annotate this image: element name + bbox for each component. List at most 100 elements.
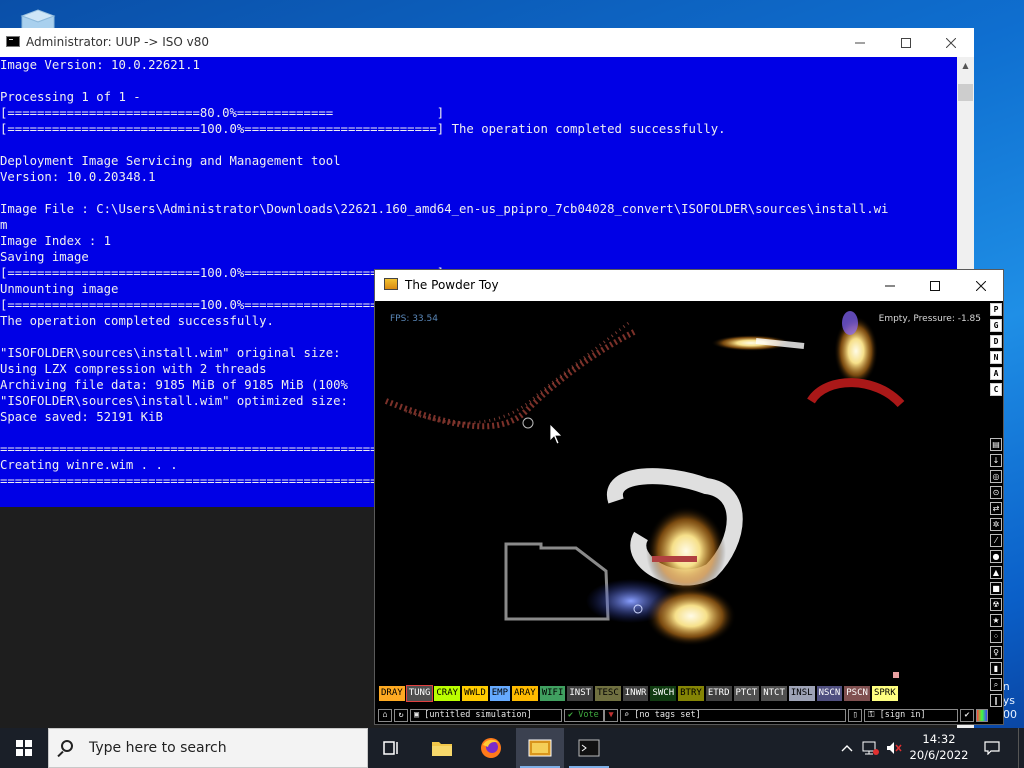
scroll-thumb[interactable]: [958, 84, 973, 101]
new-simulation-icon[interactable]: ▯: [848, 709, 862, 722]
task-view-button[interactable]: [368, 728, 416, 768]
powder-toy-taskbar-button[interactable]: [516, 728, 564, 768]
electronics-category-icon[interactable]: ▤: [990, 438, 1002, 451]
firefox-button[interactable]: [467, 728, 515, 768]
element-button-aray[interactable]: ARAY: [512, 686, 538, 701]
force-category-icon[interactable]: ⊙: [990, 486, 1002, 499]
close-icon: [946, 37, 956, 48]
maximize-icon: [930, 280, 940, 291]
taskbar-clock[interactable]: 14:32 20/6/2022: [905, 731, 973, 763]
ambient-heat-toggle-button[interactable]: A: [990, 367, 1002, 380]
pause-icon[interactable]: ∥: [990, 694, 1002, 707]
powder-toy-window[interactable]: The Powder Toy FPS: 33.54 Empty, Pressur…: [374, 269, 1004, 725]
console-toggle-button[interactable]: C: [990, 383, 1002, 396]
clock-date: 20/6/2022: [909, 748, 969, 762]
speaker-muted-icon: [887, 742, 902, 754]
element-button-btry[interactable]: BTRY: [678, 686, 704, 701]
element-button-inwr[interactable]: INWR: [622, 686, 649, 701]
cmd-icon: [6, 36, 20, 47]
newtonian-toggle-button[interactable]: N: [990, 351, 1002, 364]
element-button-cray[interactable]: CRAY: [434, 686, 461, 701]
element-button-dray[interactable]: DRAY: [379, 686, 405, 701]
element-button-wifi[interactable]: WIFI: [539, 686, 566, 701]
explosives-category-icon[interactable]: ⇄: [990, 502, 1002, 515]
element-button-insl[interactable]: INSL: [788, 686, 815, 701]
element-button-ptct[interactable]: PTCT: [733, 686, 760, 701]
gases-category-icon[interactable]: ✲: [990, 518, 1002, 531]
powered-category-icon[interactable]: ↓: [990, 454, 1002, 467]
element-button-wwld[interactable]: WWLD: [462, 686, 488, 701]
save-name-field[interactable]: ▣ [untitled simulation]: [410, 709, 562, 722]
element-button-inst[interactable]: INST: [567, 686, 594, 701]
console-line: m: [0, 218, 8, 232]
show-desktop-button[interactable]: [1018, 728, 1024, 768]
gravity-toggle-button[interactable]: G: [990, 319, 1002, 332]
tools-category-icon[interactable]: ⁘: [990, 630, 1002, 643]
task-view-icon: [383, 741, 398, 755]
element-toolbar: DRAY TUNG CRAY WWLD EMP ARAY WIFI INST TESC INWR S…: [379, 685, 898, 702]
windows-logo-icon: [16, 740, 32, 756]
taskbar: Type here to search 14:32 20/6/2022: [0, 728, 1024, 768]
volume-tray-button[interactable]: [884, 728, 904, 768]
open-icon[interactable]: ⌂: [378, 709, 392, 722]
minimize-button[interactable]: [837, 28, 883, 57]
scroll-up-arrow-icon[interactable]: ▲: [957, 57, 974, 74]
reload-icon[interactable]: ↻: [394, 709, 408, 722]
minimize-icon: [855, 42, 865, 43]
element-button-sprk[interactable]: SPRK: [871, 686, 898, 701]
special-category-icon[interactable]: ☢: [990, 598, 1002, 611]
life-category-icon[interactable]: ★: [990, 614, 1002, 627]
element-button-swch[interactable]: SWCH: [650, 686, 677, 701]
radioactive-category-icon[interactable]: ■: [990, 582, 1002, 595]
bottom-toolbar: ⌂ ↻ ▣ [untitled simulation] ✔ Vote ▼ ⌕ […: [376, 708, 988, 724]
decoration-category-icon[interactable]: ▮: [990, 662, 1002, 675]
element-button-tung[interactable]: TUNG: [405, 685, 434, 702]
taskbar-search-box[interactable]: Type here to search: [48, 728, 368, 768]
element-button-ntct[interactable]: NTCT: [761, 686, 787, 701]
console-line: Version: 10.0.20348.1: [0, 170, 156, 184]
render-options-icon[interactable]: [976, 709, 988, 722]
close-button[interactable]: [928, 28, 974, 57]
element-button-tesc[interactable]: TESC: [595, 686, 621, 701]
element-button-pscn[interactable]: PSCN: [844, 686, 870, 701]
minimize-button[interactable]: [867, 270, 913, 301]
search-icon[interactable]: ⌕: [990, 678, 1002, 691]
element-button-etrd[interactable]: ETRD: [705, 686, 732, 701]
decoration-toggle-button[interactable]: D: [990, 335, 1002, 348]
file-explorer-button[interactable]: [418, 728, 466, 768]
element-button-emp[interactable]: EMP: [489, 686, 511, 701]
notifications-button[interactable]: [978, 728, 1006, 768]
simulation-canvas[interactable]: FPS: 33.54 Empty, Pressure: -1.85: [376, 301, 987, 684]
maximize-button[interactable]: [912, 270, 958, 301]
console-title-bar[interactable]: Administrator: UUP -> ISO v80: [0, 28, 974, 58]
element-button-nscn[interactable]: NSCN: [816, 686, 843, 701]
settings-icon[interactable]: ✔: [960, 709, 974, 722]
sign-in-button[interactable]: ⚿ [sign in]: [864, 709, 958, 722]
powder-toy-title: The Powder Toy: [405, 278, 499, 292]
clock-time: 14:32: [922, 732, 956, 746]
powder-toy-title-bar[interactable]: The Powder Toy: [375, 270, 1003, 301]
start-button[interactable]: [0, 728, 48, 768]
console-taskbar-button[interactable]: [565, 728, 613, 768]
powders-category-icon[interactable]: ●: [990, 550, 1002, 563]
liquids-category-icon[interactable]: ⁄: [990, 534, 1002, 547]
minimize-icon: [885, 285, 895, 286]
solids-category-icon[interactable]: ▲: [990, 566, 1002, 579]
maximize-button[interactable]: [883, 28, 929, 57]
console-line: Image Index : 1: [0, 234, 112, 248]
favorites-category-icon[interactable]: ♀: [990, 646, 1002, 659]
console-line: [==========================100.0%=======…: [0, 122, 726, 136]
vote-up-button[interactable]: ✔ Vote: [564, 709, 604, 722]
show-hidden-icons-button[interactable]: [836, 728, 858, 768]
network-tray-button[interactable]: [860, 728, 882, 768]
tags-field[interactable]: ⌕ [no tags set]: [620, 709, 846, 722]
close-button[interactable]: [958, 270, 1004, 301]
folder-icon: [432, 742, 452, 756]
pause-toggle-button[interactable]: P: [990, 303, 1002, 316]
maximize-icon: [901, 37, 911, 48]
sensors-category-icon[interactable]: ◎: [990, 470, 1002, 483]
vote-down-button[interactable]: ▼: [604, 709, 618, 722]
